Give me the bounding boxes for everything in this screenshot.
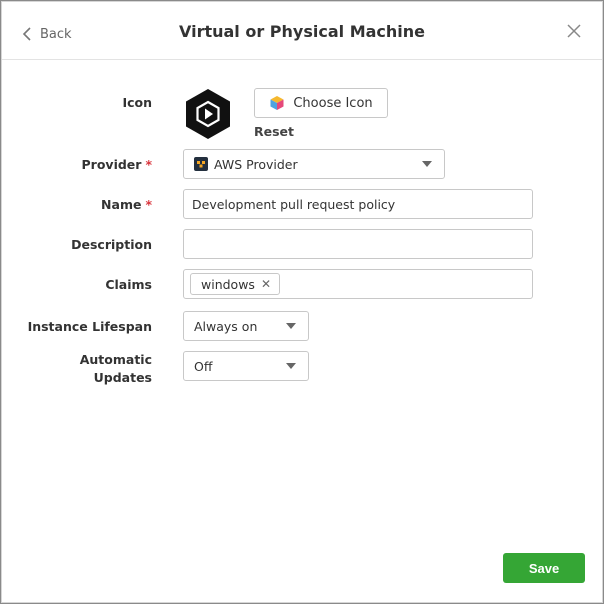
required-mark: * [145, 197, 152, 212]
caret-down-icon [286, 363, 296, 369]
modal-header: Back Virtual or Physical Machine [2, 2, 602, 60]
claim-chip-label: windows [201, 276, 255, 292]
lifespan-label: Instance Lifespan [27, 319, 152, 334]
updates-value: Off [194, 358, 213, 374]
remove-x-icon[interactable]: ✕ [261, 277, 271, 291]
lifespan-value: Always on [194, 318, 258, 334]
modal-dialog: Back Virtual or Physical Machine Icon Ch… [1, 1, 603, 603]
aws-logo-icon [194, 157, 208, 171]
page-title: Virtual or Physical Machine [178, 22, 426, 41]
close-icon[interactable] [566, 23, 582, 39]
required-mark: * [145, 157, 152, 172]
name-value: Development pull request policy [192, 196, 396, 212]
name-label-text: Name [101, 197, 142, 212]
caret-down-icon [422, 161, 432, 167]
claims-input[interactable]: windows ✕ [183, 269, 533, 299]
provider-value-wrap: AWS Provider [194, 157, 298, 172]
color-cube-icon [270, 96, 284, 110]
claim-chip: windows ✕ [190, 273, 280, 295]
save-button[interactable]: Save [503, 553, 585, 583]
updates-label-line1: Automatic [79, 352, 152, 367]
reset-link[interactable]: Reset [254, 124, 294, 139]
play-hexagon-icon [186, 89, 230, 139]
updates-label-line2: Updates [93, 370, 152, 385]
choose-icon-button[interactable]: Choose Icon [254, 88, 388, 118]
description-input[interactable] [183, 229, 533, 259]
provider-select[interactable]: AWS Provider [183, 149, 445, 179]
claims-label: Claims [105, 277, 152, 292]
updates-select[interactable]: Off [183, 351, 309, 381]
caret-down-icon [286, 323, 296, 329]
provider-label: Provider * [82, 157, 152, 172]
choose-icon-label: Choose Icon [293, 95, 373, 111]
provider-value: AWS Provider [214, 156, 298, 172]
lifespan-select[interactable]: Always on [183, 311, 309, 341]
updates-label: Automatic Updates [80, 351, 152, 387]
description-label: Description [71, 237, 152, 252]
name-input[interactable]: Development pull request policy [183, 189, 533, 219]
icon-label: Icon [122, 95, 152, 110]
provider-label-text: Provider [81, 157, 142, 172]
name-label: Name * [101, 197, 152, 212]
